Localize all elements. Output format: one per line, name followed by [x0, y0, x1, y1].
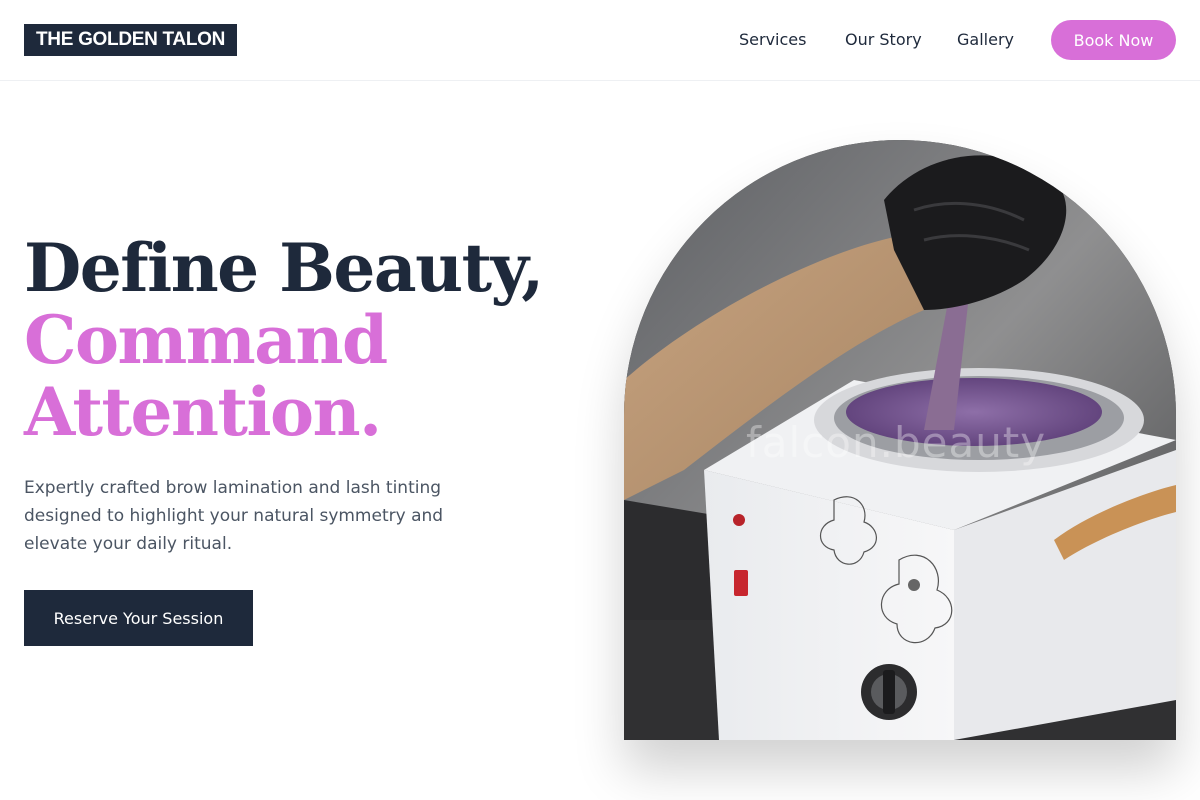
hero-image-wax-warmer: falcon.beauty: [624, 140, 1176, 740]
hero-description: Expertly crafted brow lamination and las…: [24, 478, 444, 554]
image-watermark: falcon.beauty: [746, 418, 1047, 467]
book-now-button[interactable]: Book Now: [1051, 20, 1176, 60]
nav-link-services[interactable]: Services: [739, 29, 806, 51]
nav-link-our-story[interactable]: Our Story: [845, 29, 922, 51]
site-header: THE GOLDEN TALON Services Our Story Gall…: [0, 0, 1200, 81]
nav-link-gallery[interactable]: Gallery: [957, 29, 1014, 51]
brand-logo[interactable]: THE GOLDEN TALON: [24, 24, 238, 56]
headline-line-2: Command: [24, 301, 388, 379]
reserve-session-button[interactable]: Reserve Your Session: [24, 590, 253, 646]
headline-line-1: Define Beauty,: [24, 229, 544, 307]
hero-headline: Define Beauty, Command Attention.: [24, 232, 584, 448]
headline-line-3: Attention.: [24, 373, 382, 451]
